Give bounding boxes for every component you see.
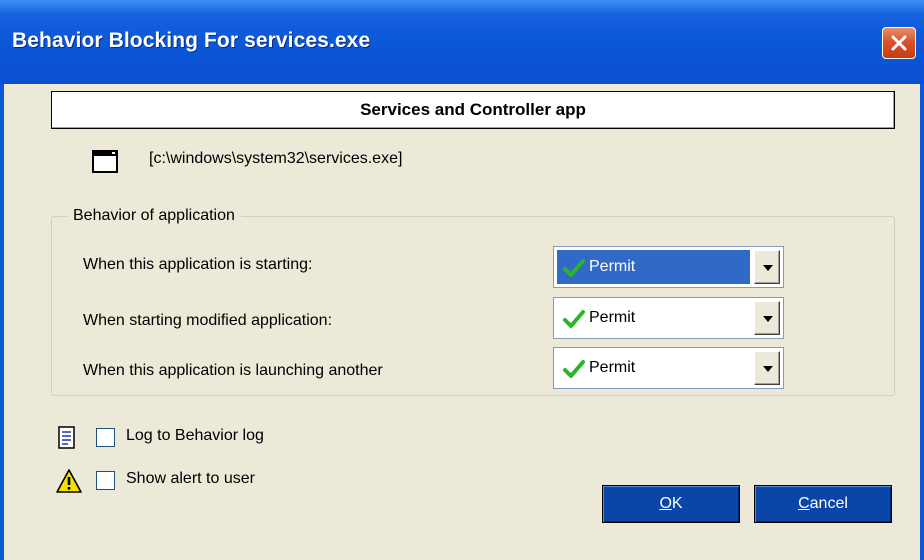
app-name-banner: Services and Controller app	[51, 91, 895, 129]
alert-checkbox-label[interactable]: Show alert to user	[126, 470, 255, 488]
dialog-body: Services and Controller app [c:\windows\…	[4, 84, 920, 560]
close-button[interactable]	[882, 27, 916, 59]
launching-action-select[interactable]: Permit	[553, 347, 784, 389]
chevron-down-icon	[763, 316, 773, 322]
green-check-icon	[563, 259, 585, 277]
app-name: Services and Controller app	[360, 100, 586, 119]
modified-action-select[interactable]: Permit	[553, 297, 784, 339]
log-checkbox[interactable]	[96, 428, 115, 447]
select-value: Permit	[589, 258, 636, 275]
app-path: [c:\windows\system32\services.exe]	[149, 150, 403, 167]
select-value-area: Permit	[557, 301, 750, 335]
starting-action-select[interactable]: Permit	[553, 246, 784, 288]
select-value: Permit	[589, 359, 636, 376]
dropdown-button[interactable]	[754, 351, 780, 385]
row-label-launching: When this application is launching anoth…	[83, 362, 383, 379]
ok-button-label: OK	[659, 495, 683, 512]
chevron-down-icon	[763, 265, 773, 271]
dropdown-button[interactable]	[754, 250, 780, 284]
select-value: Permit	[589, 309, 636, 326]
chevron-down-icon	[763, 366, 773, 372]
dropdown-button[interactable]	[754, 301, 780, 335]
row-label-starting: When this application is starting:	[83, 256, 313, 273]
cancel-button-label: Cancel	[798, 495, 848, 512]
window-title: Behavior Blocking For services.exe	[12, 29, 371, 52]
row-label-modified: When starting modified application:	[83, 312, 333, 329]
log-option: Log to Behavior log	[56, 426, 376, 450]
warning-icon	[56, 469, 82, 493]
ok-button[interactable]: OK	[602, 485, 740, 523]
alert-option: Show alert to user	[56, 469, 376, 493]
alert-checkbox[interactable]	[96, 471, 115, 490]
close-x-icon	[891, 35, 907, 51]
dialog-window: Behavior Blocking For services.exe Servi…	[0, 0, 924, 560]
green-check-icon	[563, 310, 585, 328]
behavior-group-legend: Behavior of application	[67, 207, 241, 225]
log-document-icon	[58, 426, 75, 449]
cancel-button[interactable]: Cancel	[754, 485, 892, 523]
select-value-area: Permit	[557, 250, 750, 284]
select-value-area: Permit	[557, 351, 750, 385]
application-window-icon	[92, 150, 118, 173]
green-check-icon	[563, 360, 585, 378]
title-bar[interactable]: Behavior Blocking For services.exe	[0, 0, 924, 84]
log-checkbox-label[interactable]: Log to Behavior log	[126, 427, 264, 445]
